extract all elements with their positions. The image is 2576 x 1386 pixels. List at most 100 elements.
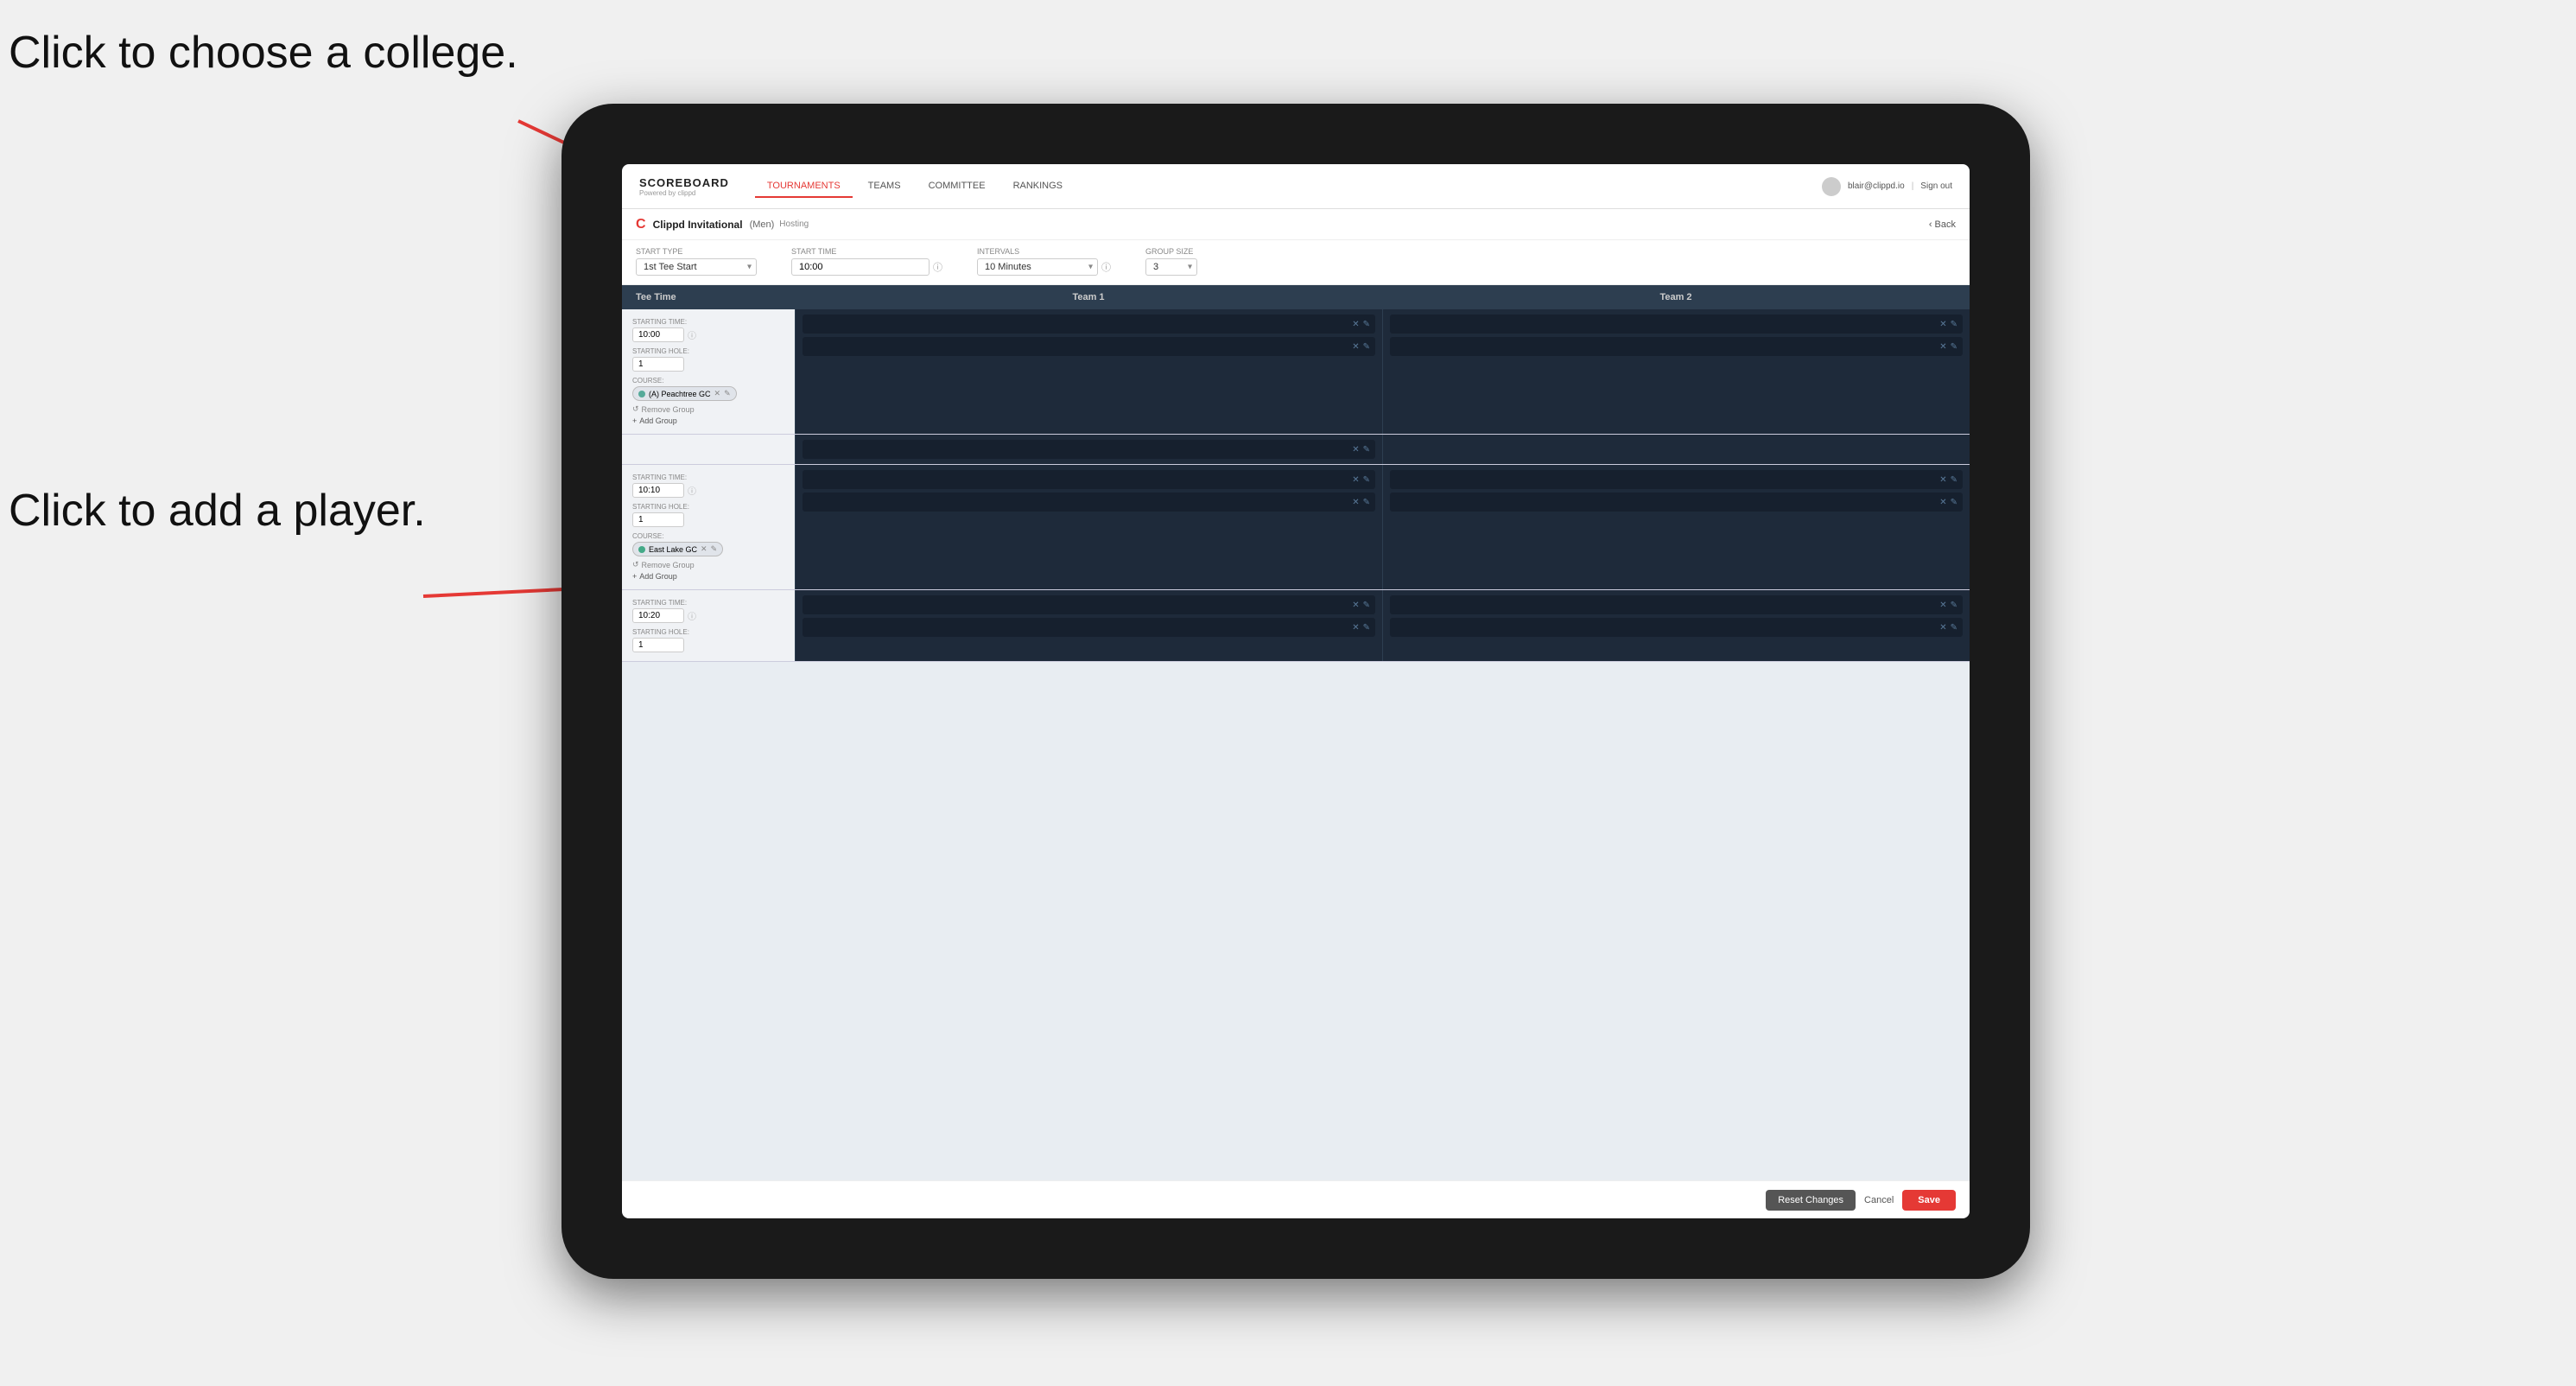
nav-link-teams[interactable]: TEAMS [856,175,913,198]
remove-group-0[interactable]: ↺ Remove Group [632,404,784,414]
nav-right: blair@clippd.io | Sign out [1822,177,1952,196]
nav-link-committee[interactable]: COMMITTEE [917,175,998,198]
main-content: Tee Time Team 1 Team 2 STARTING TIME: ⓘ … [622,285,1970,1180]
course-team1-slot-0: ✕ ✎ [795,435,1382,464]
event-type: (Men) [750,219,775,230]
player-slot-2-1[interactable]: ✕ ✎ [803,618,1375,637]
starting-time-input-0[interactable] [632,327,684,342]
settings-bar: Start Type 1st Tee Start Start Time ⓘ [622,240,1970,285]
player-slot-0-1[interactable]: ✕ ✎ [803,337,1375,356]
course-row-0: ✕ ✎ [622,435,1970,465]
player-slot-2-0[interactable]: ✕ ✎ [803,595,1375,614]
logo-area: SCOREBOARD Powered by clippd [639,176,729,197]
starting-time-label-2: STARTING TIME: [632,599,784,607]
t2-player-edit-icon-1[interactable]: ✎ [1951,342,1957,352]
starting-hole-label-1: STARTING HOLE: [632,503,784,511]
course-remove-1[interactable]: ✕ [701,544,707,554]
player-slot-t2-2-1[interactable]: ✕ ✎ [1390,618,1963,637]
group-size-wrapper: 3 [1145,258,1197,276]
course-tag-1[interactable]: East Lake GC ✕ ✎ [632,542,723,556]
course-dot-1 [638,546,645,553]
group-left-1: STARTING TIME: ⓘ STARTING HOLE: 1 COURSE… [622,465,795,589]
setting-group-size: Group Size 3 [1145,247,1197,276]
course-remove-0[interactable]: ✕ [714,389,721,398]
player-slot-t2-1-0[interactable]: ✕ ✎ [1390,470,1963,489]
starting-hole-label-0: STARTING HOLE: [632,347,784,355]
group-row-2: STARTING TIME: ⓘ STARTING HOLE: 1 ✕ [622,590,1970,662]
group-row-1: STARTING TIME: ⓘ STARTING HOLE: 1 COURSE… [622,465,1970,590]
player-slot-1-0[interactable]: ✕ ✎ [803,470,1375,489]
player-edit-icon-1[interactable]: ✎ [1363,342,1370,352]
tablet-screen: SCOREBOARD Powered by clippd TOURNAMENTS… [622,164,1970,1218]
starting-time-input-2[interactable] [632,608,684,623]
starting-hole-select-0[interactable]: 1 [632,357,684,372]
starting-hole-label-2: STARTING HOLE: [632,628,784,636]
nav-link-rankings[interactable]: RANKINGS [1001,175,1075,198]
start-time-input[interactable] [791,258,930,276]
start-type-select[interactable]: 1st Tee Start [636,258,757,276]
footer-bar: Reset Changes Cancel Save [622,1180,1970,1218]
time-input-row-2: ⓘ [632,608,784,623]
t2-player-edit-icon[interactable]: ✎ [1951,320,1957,329]
annotation-choose-college: Click to choose a college. [9,26,518,79]
intervals-select[interactable]: 10 Minutes [977,258,1098,276]
setting-start-type: Start Type 1st Tee Start [636,247,757,276]
settings-fields: Start Type 1st Tee Start Start Time ⓘ [636,247,1956,276]
sign-out-link[interactable]: Sign out [1920,181,1952,191]
group-size-select[interactable]: 3 [1145,258,1197,276]
course-label-0: COURSE: [632,377,784,385]
logo-text: SCOREBOARD [639,176,729,189]
tablet-frame: SCOREBOARD Powered by clippd TOURNAMENTS… [562,104,2030,1279]
course-name-0: (A) Peachtree GC [649,390,711,398]
user-avatar [1822,177,1841,196]
starting-time-label-1: STARTING TIME: [632,474,784,481]
player-x-icon[interactable]: ✕ [1352,320,1359,329]
player-edit-icon[interactable]: ✎ [1363,320,1370,329]
time-input-row-1: ⓘ [632,483,784,498]
add-group-1[interactable]: + Add Group [632,572,784,581]
player-slot-t2-2-0[interactable]: ✕ ✎ [1390,595,1963,614]
reset-button[interactable]: Reset Changes [1766,1190,1856,1211]
back-button[interactable]: ‹ Back [1929,219,1956,230]
time-input-row-0: ⓘ [632,327,784,342]
nav-link-tournaments[interactable]: TOURNAMENTS [755,175,853,198]
add-group-0[interactable]: + Add Group [632,416,784,425]
start-time-label: Start Time [791,247,942,256]
course-edit-0[interactable]: ✎ [724,389,731,398]
user-email: blair@clippd.io [1848,181,1905,191]
team1-cell-0: ✕ ✎ ✕ ✎ [795,309,1382,434]
hosting-badge: Hosting [779,219,809,229]
starting-hole-select-2[interactable]: 1 [632,638,684,652]
starting-time-label-0: STARTING TIME: [632,318,784,326]
start-type-wrapper: 1st Tee Start [636,258,757,276]
player-slot-0-0[interactable]: ✕ ✎ [803,315,1375,334]
col-tee-time: Tee Time [622,292,795,302]
team2-cell-0: ✕ ✎ ✕ ✎ [1382,309,1970,434]
clippd-logo: C [636,217,646,232]
sub-header: C Clippd Invitational (Men) Hosting ‹ Ba… [622,209,1970,240]
course-slot-0[interactable]: ✕ ✎ [803,440,1375,459]
player-slot-t2-0-0[interactable]: ✕ ✎ [1390,315,1963,334]
player-slot-t2-0-1[interactable]: ✕ ✎ [1390,337,1963,356]
team1-cell-2: ✕ ✎ ✕ ✎ [795,590,1382,661]
cancel-button[interactable]: Cancel [1864,1195,1894,1205]
player-slot-1-1[interactable]: ✕ ✎ [803,493,1375,512]
player-slot-t2-1-1[interactable]: ✕ ✎ [1390,493,1963,512]
save-button[interactable]: Save [1902,1190,1956,1211]
t2-player-x-icon[interactable]: ✕ [1939,320,1946,329]
intervals-label: Intervals [977,247,1111,256]
player-x-icon-1[interactable]: ✕ [1352,342,1359,352]
col-team1: Team 1 [795,292,1382,302]
starting-time-input-1[interactable] [632,483,684,498]
course-edit-1[interactable]: ✎ [711,544,718,554]
t2-player-x-icon-1[interactable]: ✕ [1939,342,1946,352]
course-label-1: COURSE: [632,532,784,540]
group-size-label: Group Size [1145,247,1197,256]
annotation-add-player: Click to add a player. [9,484,426,537]
remove-group-1[interactable]: ↺ Remove Group [632,560,784,569]
event-title: Clippd Invitational [653,219,743,231]
nav-bar: SCOREBOARD Powered by clippd TOURNAMENTS… [622,164,1970,209]
starting-hole-select-1[interactable]: 1 [632,512,684,527]
nav-links: TOURNAMENTS TEAMS COMMITTEE RANKINGS [755,175,1822,198]
course-tag-0[interactable]: (A) Peachtree GC ✕ ✎ [632,386,737,401]
